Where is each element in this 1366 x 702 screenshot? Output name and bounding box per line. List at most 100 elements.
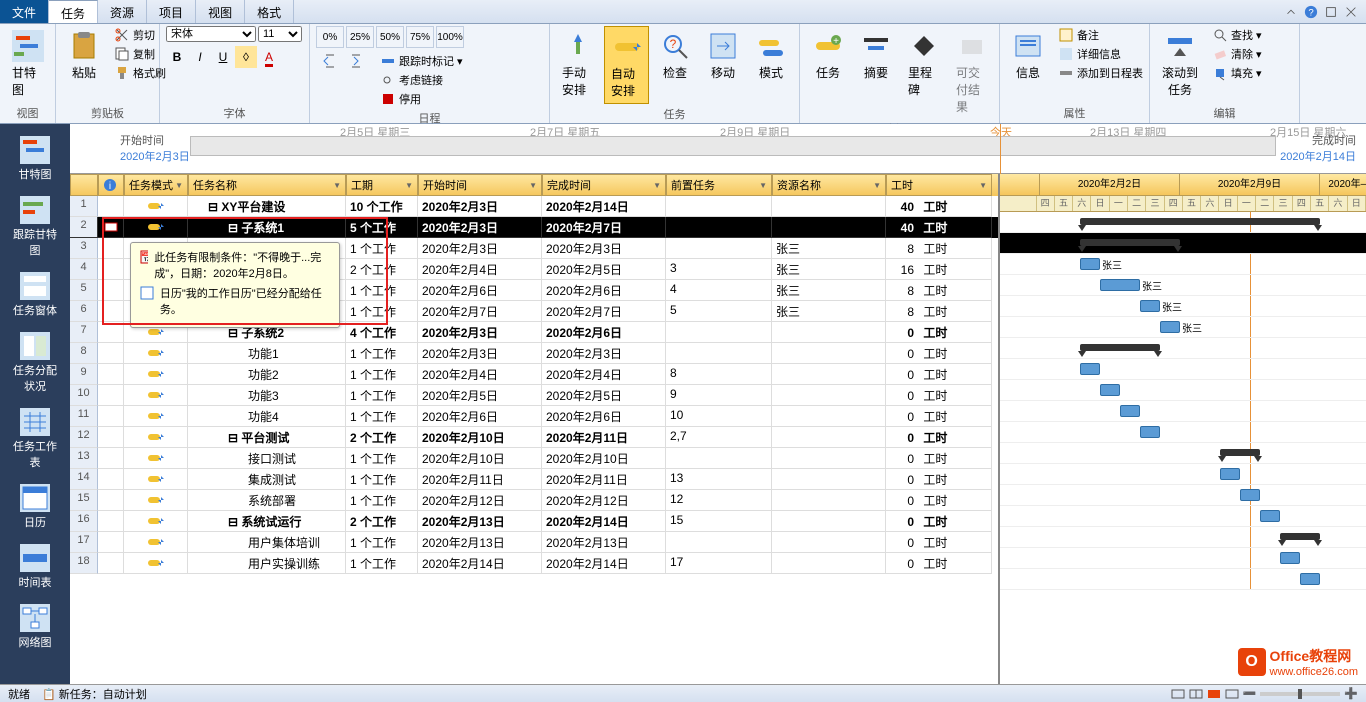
- auto-schedule-button[interactable]: 自动安排: [604, 26, 649, 104]
- task-name-cell[interactable]: 集成测试: [188, 469, 346, 490]
- resources-cell[interactable]: [772, 532, 886, 553]
- task-name-cell[interactable]: 系统部署: [188, 490, 346, 511]
- gantt-task-bar[interactable]: 张三: [1100, 279, 1140, 291]
- row-number[interactable]: 18: [70, 553, 98, 574]
- start-cell[interactable]: 2020年2月13日: [418, 511, 542, 532]
- row-number[interactable]: 5: [70, 280, 98, 301]
- table-row[interactable]: 10 功能3 1 个工作 2020年2月5日 2020年2月5日 9 0 工时: [70, 385, 998, 406]
- gantt-row[interactable]: 张三: [1000, 296, 1366, 317]
- gantt-task-bar[interactable]: [1100, 384, 1120, 396]
- work-cell[interactable]: 0 工时: [886, 490, 992, 511]
- gantt-task-bar[interactable]: [1280, 552, 1300, 564]
- gantt-row[interactable]: [1000, 422, 1366, 443]
- gantt-row[interactable]: [1000, 506, 1366, 527]
- table-row[interactable]: 1 ⊟ XY平台建设 10 个工作 2020年2月3日 2020年2月14日 4…: [70, 196, 998, 217]
- respect-links-button[interactable]: 考虑链接: [376, 71, 467, 89]
- pct-50[interactable]: 50%: [376, 26, 404, 48]
- mode-cell[interactable]: [124, 532, 188, 553]
- resources-cell[interactable]: [772, 469, 886, 490]
- work-cell[interactable]: 0 工时: [886, 469, 992, 490]
- predecessors-cell[interactable]: [666, 322, 772, 343]
- mode-cell[interactable]: [124, 406, 188, 427]
- side-gantt[interactable]: 甘特图: [5, 132, 65, 186]
- duration-cell[interactable]: 1 个工作: [346, 469, 418, 490]
- table-row[interactable]: 13 接口测试 1 个工作 2020年2月10日 2020年2月10日 0 工时: [70, 448, 998, 469]
- finish-cell[interactable]: 2020年2月7日: [542, 301, 666, 322]
- font-color-button[interactable]: A: [258, 46, 280, 68]
- start-cell[interactable]: 2020年2月6日: [418, 280, 542, 301]
- finish-cell[interactable]: 2020年2月13日: [542, 532, 666, 553]
- gantt-chart-button[interactable]: 甘特图: [6, 26, 50, 102]
- work-cell[interactable]: 0 工时: [886, 343, 992, 364]
- resources-cell[interactable]: [772, 553, 886, 574]
- gantt-row[interactable]: 2/7: [1000, 233, 1366, 254]
- row-number[interactable]: 2: [70, 217, 98, 238]
- mode-cell[interactable]: [124, 490, 188, 511]
- row-number[interactable]: 8: [70, 343, 98, 364]
- duration-cell[interactable]: 1 个工作: [346, 343, 418, 364]
- predecessors-cell[interactable]: 17: [666, 553, 772, 574]
- predecessors-cell[interactable]: [666, 217, 772, 238]
- side-tasksheet[interactable]: 任务工作 表: [5, 404, 65, 474]
- pct-0[interactable]: 0%: [316, 26, 344, 48]
- duration-cell[interactable]: 1 个工作: [346, 532, 418, 553]
- work-cell[interactable]: 0 工时: [886, 511, 992, 532]
- start-cell[interactable]: 2020年2月3日: [418, 238, 542, 259]
- close-icon[interactable]: [1344, 5, 1358, 19]
- start-cell[interactable]: 2020年2月7日: [418, 301, 542, 322]
- finish-cell[interactable]: 2020年2月6日: [542, 280, 666, 301]
- resources-cell[interactable]: 张三: [772, 301, 886, 322]
- zoom-in[interactable]: ➕: [1344, 687, 1358, 700]
- side-taskform[interactable]: 任务窗体: [5, 268, 65, 322]
- task-name-cell[interactable]: 功能2: [188, 364, 346, 385]
- resources-cell[interactable]: [772, 364, 886, 385]
- summary-button[interactable]: 摘要: [854, 26, 898, 85]
- mode-cell[interactable]: [124, 427, 188, 448]
- deliverable-button[interactable]: 可交付结果: [950, 26, 994, 119]
- col-finish[interactable]: 完成时间▼: [542, 174, 666, 196]
- predecessors-cell[interactable]: [666, 196, 772, 217]
- indent-button[interactable]: [346, 52, 370, 70]
- table-row[interactable]: 17 用户集体培训 1 个工作 2020年2月13日 2020年2月13日 0 …: [70, 532, 998, 553]
- expand-ribbon-icon[interactable]: [1284, 5, 1298, 19]
- row-number[interactable]: 9: [70, 364, 98, 385]
- start-cell[interactable]: 2020年2月4日: [418, 364, 542, 385]
- start-cell[interactable]: 2020年2月6日: [418, 406, 542, 427]
- gantt-task-bar[interactable]: [1140, 426, 1160, 438]
- gantt-row[interactable]: 张三: [1000, 275, 1366, 296]
- start-cell[interactable]: 2020年2月10日: [418, 427, 542, 448]
- start-cell[interactable]: 2020年2月3日: [418, 322, 542, 343]
- col-work[interactable]: 工时▼: [886, 174, 992, 196]
- table-row[interactable]: 15 系统部署 1 个工作 2020年2月12日 2020年2月12日 12 0…: [70, 490, 998, 511]
- task-name-cell[interactable]: ⊟ 平台测试: [188, 427, 346, 448]
- work-cell[interactable]: 0 工时: [886, 427, 992, 448]
- gantt-row[interactable]: [1000, 338, 1366, 359]
- task-name-cell[interactable]: 功能4: [188, 406, 346, 427]
- predecessors-cell[interactable]: [666, 448, 772, 469]
- underline-button[interactable]: U: [212, 46, 234, 68]
- predecessors-cell[interactable]: 8: [666, 364, 772, 385]
- mode-cell[interactable]: [124, 511, 188, 532]
- finish-cell[interactable]: 2020年2月7日: [542, 217, 666, 238]
- col-predecessors[interactable]: 前置任务▼: [666, 174, 772, 196]
- side-network[interactable]: 网络图: [5, 600, 65, 654]
- gantt-summary-bar[interactable]: [1080, 218, 1320, 225]
- predecessors-cell[interactable]: 15: [666, 511, 772, 532]
- start-cell[interactable]: 2020年2月3日: [418, 217, 542, 238]
- view-mode-icon-2[interactable]: [1189, 687, 1203, 701]
- view-mode-icon-1[interactable]: [1171, 687, 1185, 701]
- finish-cell[interactable]: 2020年2月5日: [542, 259, 666, 280]
- work-cell[interactable]: 16 工时: [886, 259, 992, 280]
- resources-cell[interactable]: 张三: [772, 259, 886, 280]
- start-cell[interactable]: 2020年2月3日: [418, 343, 542, 364]
- table-row[interactable]: 11 功能4 1 个工作 2020年2月6日 2020年2月6日 10 0 工时: [70, 406, 998, 427]
- predecessors-cell[interactable]: 4: [666, 280, 772, 301]
- row-number[interactable]: 6: [70, 301, 98, 322]
- row-number[interactable]: 16: [70, 511, 98, 532]
- predecessors-cell[interactable]: 9: [666, 385, 772, 406]
- table-row[interactable]: 2 ⊟ 子系统1 5 个工作 2020年2月3日 2020年2月7日 40 工时: [70, 217, 998, 238]
- work-cell[interactable]: 0 工时: [886, 385, 992, 406]
- menu-view[interactable]: 视图: [196, 0, 245, 23]
- row-number[interactable]: 4: [70, 259, 98, 280]
- predecessors-cell[interactable]: [666, 343, 772, 364]
